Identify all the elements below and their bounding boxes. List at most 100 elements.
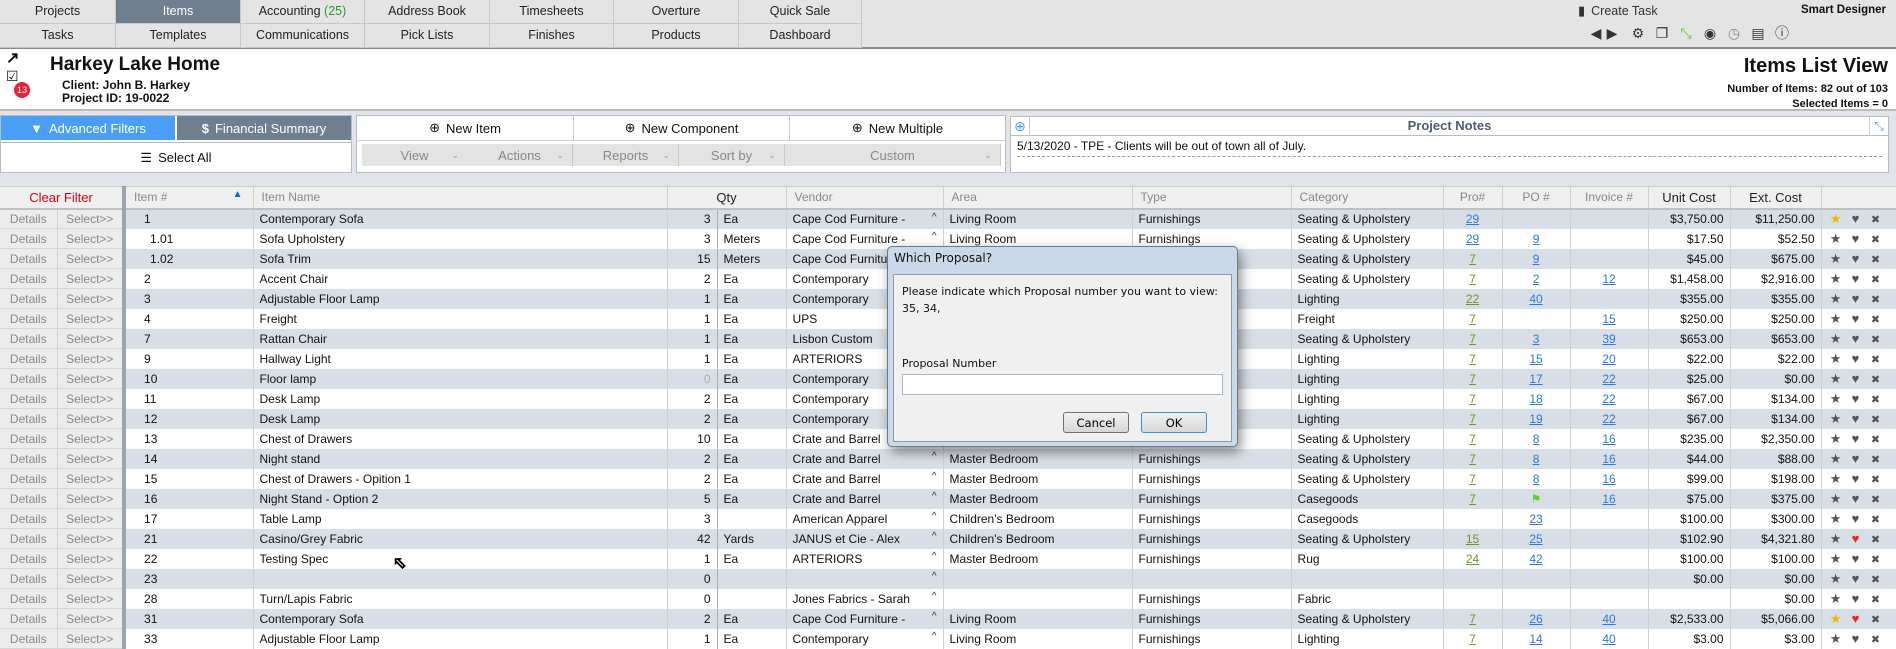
delete-icon[interactable]: ✖ — [1866, 613, 1886, 626]
select-button[interactable]: Select>> — [57, 288, 127, 309]
nav-tab-quick-sale[interactable]: Quick Sale — [739, 0, 862, 24]
heart-icon[interactable]: ♥ — [1846, 571, 1866, 586]
gear-icon[interactable]: ⚙ — [1630, 25, 1646, 41]
heart-icon[interactable]: ♥ — [1846, 351, 1866, 366]
heart-icon[interactable]: ♥ — [1846, 271, 1866, 286]
caret-up-icon[interactable]: ^ — [932, 212, 937, 223]
item-name[interactable]: Contemporary Sofa — [253, 608, 668, 629]
column-header-unit-cost[interactable]: Unit Cost — [1648, 186, 1731, 210]
delete-icon[interactable]: ✖ — [1866, 433, 1886, 446]
caret-up-icon[interactable]: ^ — [932, 511, 937, 522]
heart-icon[interactable]: ♥ — [1846, 611, 1866, 626]
column-header-invoice[interactable]: Invoice # — [1570, 186, 1649, 210]
caret-up-icon[interactable]: ^ — [932, 471, 937, 482]
clear-filter-button[interactable]: Clear Filter — [0, 186, 127, 210]
flag-icon[interactable]: ⚑ — [1531, 492, 1542, 506]
po-link[interactable]: 8 — [1533, 472, 1540, 486]
item-name[interactable]: Sofa Upholstery — [253, 228, 668, 249]
item-name[interactable]: Accent Chair — [253, 268, 668, 289]
proposal-number-input[interactable] — [902, 374, 1223, 395]
nav-tab-overture[interactable]: Overture — [614, 0, 739, 24]
select-button[interactable]: Select>> — [57, 268, 127, 289]
cancel-button[interactable]: Cancel — [1063, 412, 1129, 433]
details-button[interactable]: Details — [0, 608, 58, 629]
item-name[interactable]: Rattan Chair — [253, 328, 668, 349]
po-link[interactable]: 14 — [1529, 632, 1542, 646]
caret-up-icon[interactable]: ^ — [932, 531, 937, 542]
table-row[interactable]: Details Select>> 17 Table Lamp 3 American App… — [0, 508, 1896, 529]
dropdown-reports[interactable]: Reports ⌄ — [573, 144, 679, 166]
invoice-link[interactable]: 22 — [1602, 372, 1615, 386]
select-button[interactable]: Select>> — [57, 428, 127, 449]
new-multiple-button[interactable]: ⊕ New Multiple — [790, 116, 1005, 141]
star-icon[interactable]: ★ — [1826, 431, 1846, 447]
proposal-link[interactable]: 7 — [1469, 392, 1476, 406]
column-header-pro[interactable]: Pro# — [1443, 186, 1503, 210]
delete-icon[interactable]: ✖ — [1866, 573, 1886, 586]
select-button[interactable]: Select>> — [57, 248, 127, 269]
delete-icon[interactable]: ✖ — [1866, 473, 1886, 486]
details-button[interactable]: Details — [0, 288, 58, 309]
select-button[interactable]: Select>> — [57, 228, 127, 249]
nav-tab-items[interactable]: Items — [116, 0, 241, 24]
column-header-item-name[interactable]: Item Name — [253, 186, 668, 210]
po-link[interactable]: 40 — [1529, 292, 1542, 306]
item-name[interactable]: Chest of Drawers — [253, 428, 668, 449]
select-button[interactable]: Select>> — [57, 368, 127, 389]
select-button[interactable]: Select>> — [57, 348, 127, 369]
invoice-link[interactable]: 16 — [1602, 492, 1615, 506]
heart-icon[interactable]: ♥ — [1846, 371, 1866, 386]
star-icon[interactable]: ★ — [1826, 511, 1846, 527]
star-icon[interactable]: ★ — [1826, 251, 1846, 267]
proposal-link[interactable]: 7 — [1469, 492, 1476, 506]
details-button[interactable]: Details — [0, 228, 58, 249]
select-button[interactable]: Select>> — [57, 588, 127, 609]
add-note-icon[interactable]: ⊕ — [1011, 117, 1030, 136]
column-header-type[interactable]: Type — [1132, 186, 1292, 210]
invoice-link[interactable]: 39 — [1602, 332, 1615, 346]
financial-summary-button[interactable]: $ Financial Summary — [177, 116, 351, 140]
delete-icon[interactable]: ✖ — [1866, 393, 1886, 406]
column-header-ext-cost[interactable]: Ext. Cost — [1730, 186, 1822, 210]
details-button[interactable]: Details — [0, 548, 58, 569]
table-row[interactable]: Details Select>> 28 Turn/Lapis Fabric 0 Jones… — [0, 588, 1896, 609]
invoice-link[interactable]: 12 — [1602, 272, 1615, 286]
po-link[interactable]: 8 — [1533, 432, 1540, 446]
heart-icon[interactable]: ♥ — [1846, 511, 1866, 526]
column-header-vendor[interactable]: Vendor — [786, 186, 944, 210]
table-row[interactable]: Details Select>> 1 Contemporary Sofa 3 Ea Cape… — [0, 208, 1896, 229]
nav-tab-address-book[interactable]: Address Book — [365, 0, 490, 24]
select-button[interactable]: Select>> — [57, 408, 127, 429]
star-icon[interactable]: ★ — [1826, 351, 1846, 367]
proposal-link[interactable]: 7 — [1469, 332, 1476, 346]
select-button[interactable]: Select>> — [57, 488, 127, 509]
nav-tab-products[interactable]: Products — [614, 24, 739, 48]
table-row[interactable]: Details Select>> 16 Night Stand - Option 25… — [0, 488, 1896, 509]
caret-up-icon[interactable]: ^ — [932, 571, 937, 582]
star-icon[interactable]: ★ — [1826, 391, 1846, 407]
dropdown-view[interactable]: View ⌄ — [362, 144, 468, 166]
heart-icon[interactable]: ♥ — [1846, 471, 1866, 486]
table-row[interactable]: Details Select>> 22 Testing Spec 1 Ea ARTERIOR… — [0, 548, 1896, 569]
details-button[interactable]: Details — [0, 368, 58, 389]
nav-tab-timesheets[interactable]: Timesheets — [490, 0, 614, 24]
select-button[interactable]: Select>> — [57, 208, 127, 229]
table-row[interactable]: Details Select>> 31 Contemporary Sofa 2 Ea Cap… — [0, 608, 1896, 629]
details-button[interactable]: Details — [0, 528, 58, 549]
column-header-area[interactable]: Area — [943, 186, 1133, 210]
details-button[interactable]: Details — [0, 508, 58, 529]
nav-tab-pick-lists[interactable]: Pick Lists — [365, 24, 490, 48]
caret-up-icon[interactable]: ^ — [932, 591, 937, 602]
po-link[interactable]: 2 — [1533, 272, 1540, 286]
po-link[interactable]: 42 — [1529, 552, 1542, 566]
item-name[interactable]: Chest of Drawers - Opition 1 — [253, 468, 668, 489]
delete-icon[interactable]: ✖ — [1866, 493, 1886, 506]
heart-icon[interactable]: ♥ — [1846, 391, 1866, 406]
nav-tab-finishes[interactable]: Finishes — [490, 24, 614, 48]
item-name[interactable]: Adjustable Floor Lamp — [253, 288, 668, 309]
star-icon[interactable]: ★ — [1826, 551, 1846, 567]
column-header-item-number[interactable]: Item # ▲ — [124, 186, 254, 210]
invoice-link[interactable]: 16 — [1602, 472, 1615, 486]
caret-up-icon[interactable]: ^ — [932, 631, 937, 642]
new-item-button[interactable]: ⊕ New Item — [357, 116, 574, 141]
